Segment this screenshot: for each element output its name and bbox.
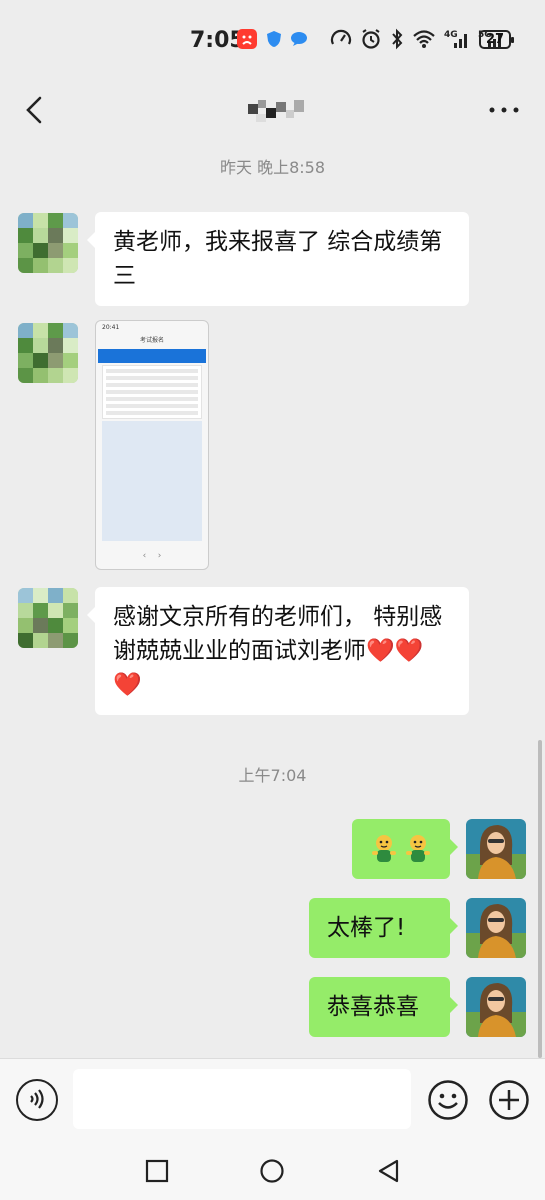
signal-4g-icon: 4G — [444, 28, 470, 54]
back-triangle-icon — [378, 1159, 399, 1183]
wifi-icon — [412, 29, 436, 53]
dog-emoji — [372, 835, 430, 862]
my-avatar[interactable] — [466, 819, 526, 879]
mini-body — [102, 421, 202, 541]
input-bar — [0, 1058, 545, 1142]
avatar[interactable] — [18, 588, 78, 648]
recent-apps-icon — [145, 1159, 169, 1183]
back-button[interactable] — [18, 90, 58, 130]
bluetooth-icon — [390, 28, 404, 54]
alert-icon — [236, 28, 258, 54]
mini-banner — [98, 349, 206, 363]
avatar[interactable] — [18, 213, 78, 273]
my-avatar[interactable] — [466, 977, 526, 1037]
more-dots-icon — [489, 107, 519, 113]
nav-back-button[interactable] — [374, 1156, 404, 1186]
voice-icon — [30, 1089, 44, 1109]
svg-text:4G: 4G — [444, 30, 458, 40]
timestamp: 上午7:04 — [238, 766, 307, 785]
my-avatar[interactable] — [466, 898, 526, 958]
shield-icon — [266, 30, 282, 52]
status-icons: 4G 5G — [236, 28, 504, 54]
chat-header — [0, 80, 545, 140]
plus-icon — [489, 1080, 529, 1120]
image-message[interactable]: 20:41 考试报名 ‹ › — [95, 320, 209, 570]
more-button[interactable] — [484, 92, 524, 128]
chevron-left-icon — [26, 96, 42, 124]
emoji-icon — [428, 1080, 468, 1120]
recent-apps-button[interactable] — [142, 1156, 172, 1186]
message-bubble[interactable]: 恭喜恭喜 — [309, 977, 458, 1037]
data-saver-icon — [330, 28, 352, 54]
plus-button[interactable] — [488, 1079, 530, 1121]
emoji-button[interactable] — [427, 1079, 469, 1121]
alarm-icon — [360, 28, 382, 54]
home-icon — [260, 1159, 284, 1183]
system-nav-bar — [0, 1142, 545, 1200]
mini-bottom-nav: ‹ › — [142, 551, 162, 561]
voice-button[interactable] — [16, 1079, 58, 1121]
emoji-message-bubble[interactable] — [352, 819, 458, 879]
mini-status: 20:41 — [102, 324, 120, 331]
mini-nav: 考试报名 — [139, 337, 164, 344]
message-bubble[interactable]: 黄老师，我来报喜了 综合成绩第三 — [87, 212, 469, 306]
scrollbar[interactable] — [538, 740, 542, 1058]
message-bubble[interactable]: 感谢文京所有的老师们， 特别感谢兢兢业业的面试刘老师❤️❤️❤️ — [87, 587, 469, 715]
chat-bubble-icon — [290, 31, 308, 51]
message-input[interactable] — [73, 1069, 411, 1129]
message-bubble[interactable]: 太棒了! — [309, 898, 458, 958]
timestamp: 昨天 晚上8:58 — [219, 158, 326, 177]
battery-indicator: 27 — [479, 30, 514, 49]
status-bar: 7:05 4G 5G 27 — [0, 0, 545, 80]
mini-form — [102, 365, 202, 419]
home-button[interactable] — [257, 1156, 287, 1186]
chat-title-pixelated — [240, 98, 316, 124]
avatar[interactable] — [18, 323, 78, 383]
